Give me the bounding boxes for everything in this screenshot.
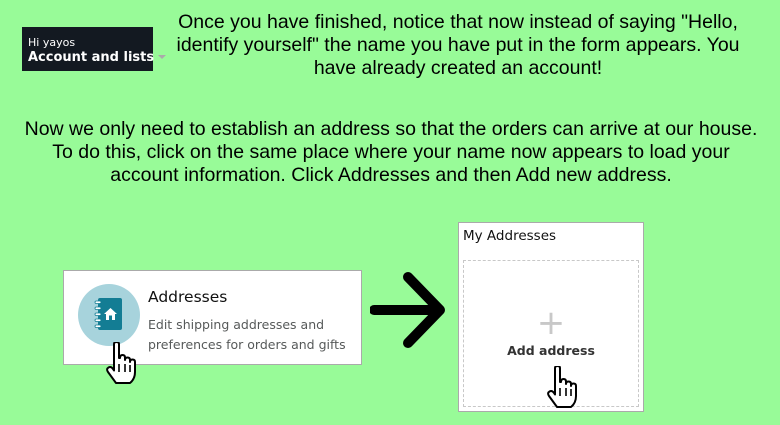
hand-cursor-icon bbox=[105, 341, 139, 391]
account-and-lists-label: Account and lists bbox=[28, 50, 155, 65]
addresses-title: Addresses bbox=[148, 288, 228, 306]
account-greeting: Hi yayos bbox=[28, 36, 76, 49]
account-and-lists-row: Account and lists bbox=[28, 49, 167, 66]
instruction-paragraph-1: Once you have finished, notice that now … bbox=[176, 11, 740, 79]
account-and-lists-menu[interactable]: Hi yayos Account and lists bbox=[22, 27, 167, 71]
arrow-right-icon bbox=[369, 268, 450, 357]
addresses-description: Edit shipping addresses and preferences … bbox=[148, 317, 346, 352]
address-book-icon bbox=[78, 284, 140, 346]
plus-icon: + bbox=[536, 303, 566, 343]
my-addresses-title: My Addresses bbox=[463, 228, 557, 244]
add-address-label: Add address bbox=[507, 343, 595, 358]
hand-cursor-icon bbox=[546, 365, 580, 415]
caret-down-icon bbox=[158, 55, 167, 59]
instruction-paragraph-2: Now we only need to establish an address… bbox=[24, 118, 758, 186]
